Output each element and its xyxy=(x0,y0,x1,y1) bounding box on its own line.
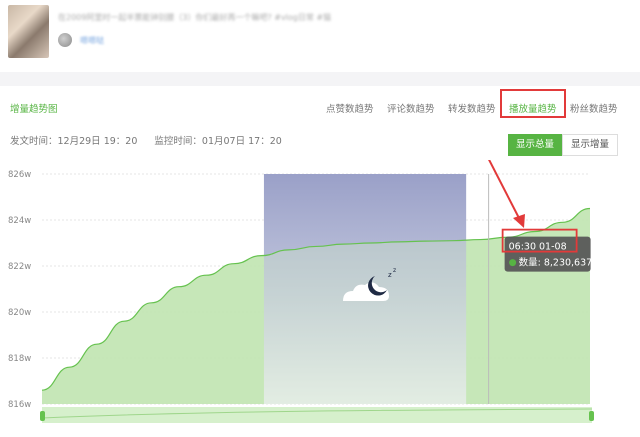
monitor-time: 监控时间：01月07日 17：20 xyxy=(154,136,282,147)
range-handle-right[interactable] xyxy=(589,411,594,421)
post-title[interactable]: 在2009阿里时一起半票能钟别腰（3）你们最好再一个嘛吧? #vlog日常 #猫 xyxy=(58,12,558,23)
y-tick-label: 816w xyxy=(8,400,31,410)
range-handle-left[interactable] xyxy=(40,411,45,421)
y-tick-label: 818w xyxy=(8,354,31,364)
y-tick-label: 824w xyxy=(8,216,31,226)
svg-text:z: z xyxy=(393,267,396,274)
author-avatar[interactable] xyxy=(58,33,72,47)
tab-highlight-box xyxy=(500,89,566,118)
post-header: 在2009阿里时一起半票能钟别腰（3）你们最好再一个嘛吧? #vlog日常 #猫… xyxy=(0,0,640,72)
tab-comments[interactable]: 评论数趋势 xyxy=(387,101,435,115)
publish-time: 发文时间：12月29日 19：20 xyxy=(10,136,138,147)
svg-text:z: z xyxy=(388,271,392,279)
tooltip-value: 数量: 8,230,637 xyxy=(519,257,593,269)
y-tick-label: 826w xyxy=(8,170,31,180)
tab-shares[interactable]: 转发数趋势 xyxy=(448,101,496,115)
range-slider[interactable] xyxy=(40,407,594,423)
y-tick-label: 820w xyxy=(8,308,31,318)
section-divider xyxy=(0,72,640,86)
show-total-button[interactable]: 显示总量 xyxy=(508,134,562,156)
y-tick-label: 822w xyxy=(8,262,31,272)
play-count-chart[interactable]: 826w824w822w820w818w816w z z 06:30 01-08… xyxy=(0,160,640,437)
show-increment-button[interactable]: 显示增量 xyxy=(562,134,618,156)
y-axis: 826w 824w 822w 820w 818w 816w xyxy=(8,170,31,410)
tab-likes[interactable]: 点赞数趋势 xyxy=(326,101,374,115)
tab-followers[interactable]: 粉丝数趋势 xyxy=(570,101,618,115)
author-name[interactable]: 嗯嗯哒 xyxy=(80,35,104,46)
time-meta: 发文时间：12月29日 19：20 监控时间：01月07日 17：20 xyxy=(10,133,296,147)
post-thumbnail[interactable] xyxy=(8,5,49,58)
